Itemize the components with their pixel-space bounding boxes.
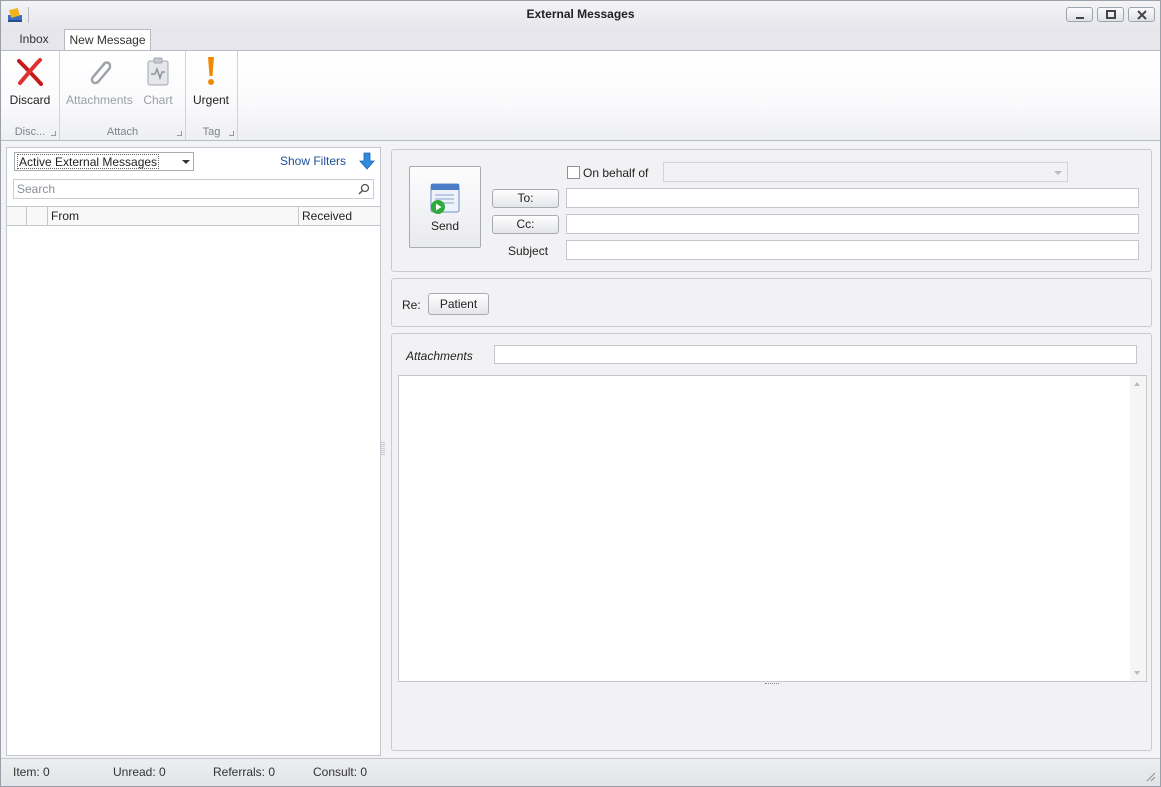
- regarding-panel: Re: Patient: [391, 278, 1152, 327]
- editor-resize-grip-icon[interactable]: [765, 683, 779, 685]
- message-body-editor[interactable]: [398, 375, 1147, 682]
- scroll-up-icon[interactable]: [1134, 382, 1140, 386]
- group-launcher-icon[interactable]: [177, 131, 182, 136]
- send-icon: [430, 183, 460, 214]
- app-window: External Messages Inbox New Message Disc…: [0, 0, 1161, 787]
- discard-button[interactable]: Discard: [5, 53, 55, 111]
- paperclip-icon: [90, 61, 112, 85]
- ribbon-group-discard: Discard Disc...: [1, 51, 60, 140]
- message-grid-header: From Received: [7, 206, 380, 226]
- title-bar: External Messages: [1, 1, 1160, 29]
- chart-button[interactable]: Chart: [140, 53, 176, 111]
- status-item-count: Item: 0: [13, 765, 50, 779]
- subject-label: Subject: [508, 244, 549, 258]
- splitter-grip-icon[interactable]: [381, 441, 385, 457]
- attachments-field-label: Attachments: [406, 349, 473, 363]
- close-icon: [1137, 10, 1147, 20]
- cc-input[interactable]: [567, 215, 1138, 233]
- search-input[interactable]: [14, 180, 344, 198]
- search-icon[interactable]: [358, 183, 370, 195]
- group-launcher-icon[interactable]: [229, 131, 234, 136]
- message-list-pane: Active External Messages Show Filters Fr…: [6, 147, 381, 756]
- status-bar: Item: 0 Unread: 0 Referrals: 0 Consult: …: [1, 758, 1160, 786]
- column-header-received[interactable]: Received: [299, 207, 380, 225]
- message-body-panel: Attachments: [391, 333, 1152, 751]
- column-header-flag[interactable]: [27, 207, 48, 225]
- chart-label: Chart: [143, 93, 173, 107]
- scroll-down-icon[interactable]: [1134, 671, 1140, 675]
- ribbon-group-label-attach: Attach: [106, 126, 139, 138]
- tab-new-message[interactable]: New Message: [64, 29, 151, 51]
- sort-down-arrow-icon[interactable]: [359, 152, 375, 170]
- to-field[interactable]: [566, 188, 1139, 208]
- to-input[interactable]: [567, 189, 1138, 207]
- urgent-button[interactable]: Urgent: [188, 53, 234, 111]
- status-referrals-count: Referrals: 0: [213, 765, 276, 779]
- ribbon-tabstrip: Inbox New Message: [1, 29, 1160, 51]
- maximize-icon: [1106, 10, 1116, 19]
- tab-inbox[interactable]: Inbox: [7, 29, 61, 50]
- urgent-label: Urgent: [192, 93, 230, 107]
- on-behalf-checkbox[interactable]: [567, 166, 580, 179]
- on-behalf-select[interactable]: [663, 162, 1068, 182]
- ribbon-group-attach: Attachments Chart Attach: [60, 51, 186, 140]
- window-title: External Messages: [526, 7, 635, 21]
- chevron-down-icon[interactable]: [182, 160, 190, 164]
- re-label: Re:: [402, 298, 421, 312]
- group-launcher-icon[interactable]: [51, 131, 56, 136]
- status-consult-count: Consult: 0: [313, 765, 368, 779]
- exclamation-icon: [208, 57, 214, 85]
- column-header-indicator[interactable]: [7, 207, 27, 225]
- show-filters-link[interactable]: Show Filters: [280, 154, 346, 168]
- to-button[interactable]: To:: [492, 189, 559, 208]
- close-button[interactable]: [1128, 7, 1155, 22]
- ribbon: Discard Disc... Attachments Chart Attach…: [1, 50, 1160, 141]
- patient-button[interactable]: Patient: [428, 293, 489, 315]
- status-unread-count: Unread: 0: [113, 765, 166, 779]
- compose-header-panel: Send On behalf of To: Cc: Subject: [391, 149, 1152, 272]
- send-label: Send: [430, 219, 460, 233]
- minimize-button[interactable]: [1066, 7, 1093, 22]
- cc-field[interactable]: [566, 214, 1139, 234]
- filter-select[interactable]: Active External Messages: [14, 152, 194, 171]
- filter-select-value: Active External Messages: [17, 154, 160, 169]
- chevron-down-icon: [1054, 171, 1062, 175]
- window-resize-grip-icon[interactable]: [1144, 770, 1156, 782]
- maximize-button[interactable]: [1097, 7, 1124, 22]
- subject-field[interactable]: [566, 240, 1139, 260]
- search-box[interactable]: [13, 179, 374, 199]
- ribbon-group-tag: Urgent Tag: [186, 51, 238, 140]
- minimize-icon: [1076, 17, 1084, 19]
- attachments-field[interactable]: [494, 345, 1137, 364]
- cc-button[interactable]: Cc:: [492, 215, 559, 234]
- attachments-label: Attachments: [66, 93, 133, 107]
- subject-input[interactable]: [567, 241, 1138, 259]
- on-behalf-label: On behalf of: [583, 166, 649, 180]
- send-button[interactable]: Send: [409, 166, 481, 248]
- column-header-from[interactable]: From: [48, 207, 299, 225]
- discard-x-icon: [17, 58, 43, 86]
- attachments-button[interactable]: Attachments: [66, 53, 133, 111]
- discard-label: Discard: [9, 93, 51, 107]
- chart-clipboard-icon: [147, 57, 169, 86]
- body-scrollbar[interactable]: [1130, 376, 1146, 681]
